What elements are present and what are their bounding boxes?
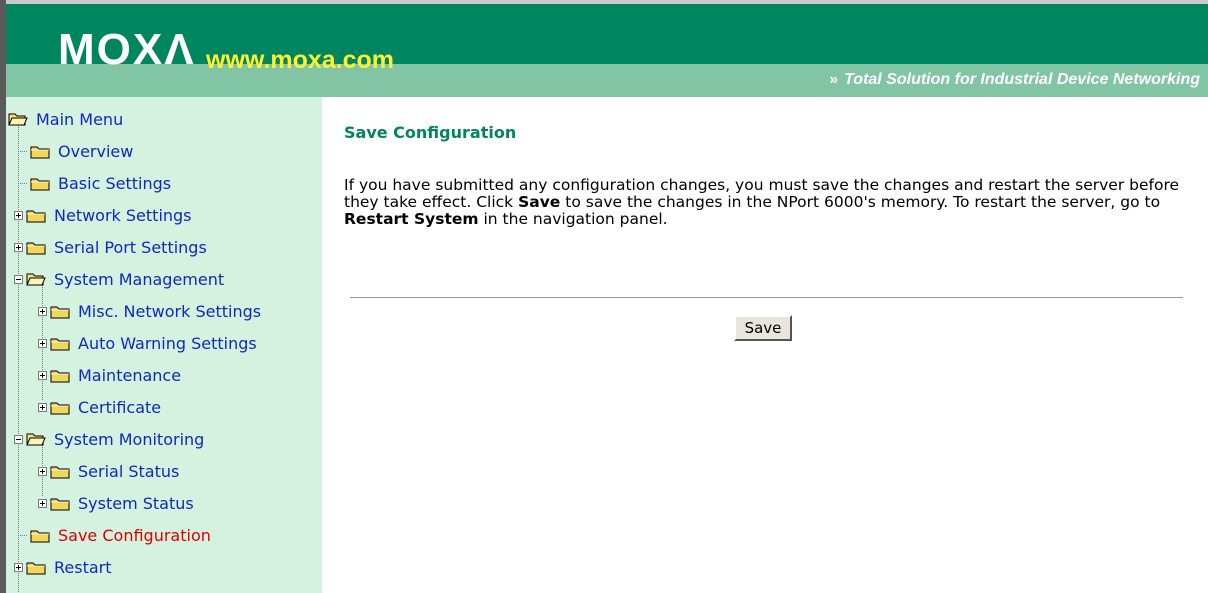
sidebar-item-certificate[interactable]: Certificate: [38, 392, 161, 422]
sidebar-item-label: Overview: [58, 141, 134, 161]
sidebar-item-label: System Monitoring: [54, 429, 205, 449]
sidebar-item-label: Serial Status: [78, 461, 180, 481]
desc-emphasis-save: Save: [518, 193, 561, 211]
folder-icon: [30, 176, 50, 191]
folder-icon: [50, 336, 70, 351]
navigation-tree: Main Menu Overview Basic Settings Networ…: [6, 97, 322, 593]
sidebar-item-maintenance[interactable]: Maintenance: [38, 360, 181, 390]
sidebar-item-serial-status[interactable]: Serial Status: [38, 456, 179, 486]
sidebar-item-system-management[interactable]: System Management: [14, 264, 224, 294]
tree-connector: [18, 182, 27, 184]
collapse-minus-icon[interactable]: [14, 274, 23, 284]
divider: [350, 297, 1183, 299]
expand-plus-icon[interactable]: [38, 338, 47, 348]
tagline-text: Total Solution for Industrial Device Net…: [844, 71, 1200, 88]
sidebar-item-label: System Management: [54, 269, 225, 289]
tagline: » Total Solution for Industrial Device Ne…: [829, 72, 1200, 88]
sidebar-item-save-configuration[interactable]: Save Configuration: [18, 520, 211, 550]
folder-icon: [50, 464, 70, 479]
expand-plus-icon[interactable]: [14, 242, 23, 252]
page-title: Save Configuration: [344, 123, 517, 142]
folder-icon: [30, 528, 50, 543]
header-banner: MOXΛ www.moxa.com » Total Solution for In…: [6, 4, 1208, 97]
folder-icon: [50, 400, 70, 415]
sidebar-item-label: Network Settings: [54, 205, 192, 225]
sidebar-item-label: System Status: [78, 493, 194, 513]
folder-icon: [50, 496, 70, 511]
expand-plus-icon[interactable]: [38, 402, 47, 412]
browser-page: MOXΛ www.moxa.com » Total Solution for In…: [0, 0, 1208, 593]
sidebar-item-network-settings[interactable]: Network Settings: [14, 200, 192, 230]
sidebar-item-serial-port-settings[interactable]: Serial Port Settings: [14, 232, 207, 262]
expand-plus-icon[interactable]: [14, 562, 23, 572]
sidebar-item-label: Auto Warning Settings: [78, 333, 257, 353]
expand-plus-icon[interactable]: [38, 370, 47, 380]
sidebar-item-label: Serial Port Settings: [54, 237, 207, 257]
sidebar-item-main-menu[interactable]: Main Menu: [8, 104, 123, 134]
folder-icon: [26, 560, 46, 575]
collapse-minus-icon[interactable]: [14, 434, 23, 444]
sidebar-item-auto-warning-settings[interactable]: Auto Warning Settings: [38, 328, 257, 358]
folder-icon: [26, 208, 46, 223]
expand-plus-icon[interactable]: [38, 498, 47, 508]
folder-icon: [50, 368, 70, 383]
tree-connector: [18, 150, 27, 152]
sidebar-item-misc-network-settings[interactable]: Misc. Network Settings: [38, 296, 261, 326]
folder-open-icon: [8, 112, 28, 127]
sidebar-item-system-monitoring[interactable]: System Monitoring: [14, 424, 204, 454]
expand-plus-icon[interactable]: [38, 306, 47, 316]
moxa-logo: MOXΛ: [58, 25, 196, 74]
desc-part: in the navigation panel.: [478, 210, 668, 228]
tree-connector: [18, 534, 27, 536]
description-text: If you have submitted any configuration …: [344, 177, 1194, 228]
main-content: Save Configuration If you have submitted…: [322, 97, 1208, 593]
sidebar-item-label: Save Configuration: [58, 525, 211, 545]
folder-open-icon: [26, 432, 46, 447]
folder-open-icon: [26, 272, 46, 287]
expand-plus-icon[interactable]: [38, 466, 47, 476]
sidebar-item-label: Main Menu: [36, 109, 124, 129]
sidebar-item-label: Certificate: [78, 397, 162, 417]
chevron-icon: »: [829, 71, 839, 88]
expand-plus-icon[interactable]: [14, 210, 23, 220]
sidebar-item-label: Maintenance: [78, 365, 182, 385]
sidebar-item-system-status[interactable]: System Status: [38, 488, 194, 518]
sidebar-item-restart[interactable]: Restart: [14, 552, 112, 582]
desc-emphasis-restart-system: Restart System: [344, 210, 479, 228]
sidebar-item-label: Restart: [54, 557, 112, 577]
folder-icon: [26, 240, 46, 255]
sidebar-item-overview[interactable]: Overview: [18, 136, 133, 166]
desc-part: to save the changes in the NPort 6000's …: [560, 193, 1161, 211]
sidebar-item-label: Basic Settings: [58, 173, 172, 193]
sidebar-item-basic-settings[interactable]: Basic Settings: [18, 168, 171, 198]
site-link[interactable]: www.moxa.com: [206, 48, 394, 73]
sidebar-item-label: Misc. Network Settings: [78, 301, 262, 321]
folder-icon: [50, 304, 70, 319]
save-button[interactable]: Save: [734, 315, 792, 341]
folder-icon: [30, 144, 50, 159]
